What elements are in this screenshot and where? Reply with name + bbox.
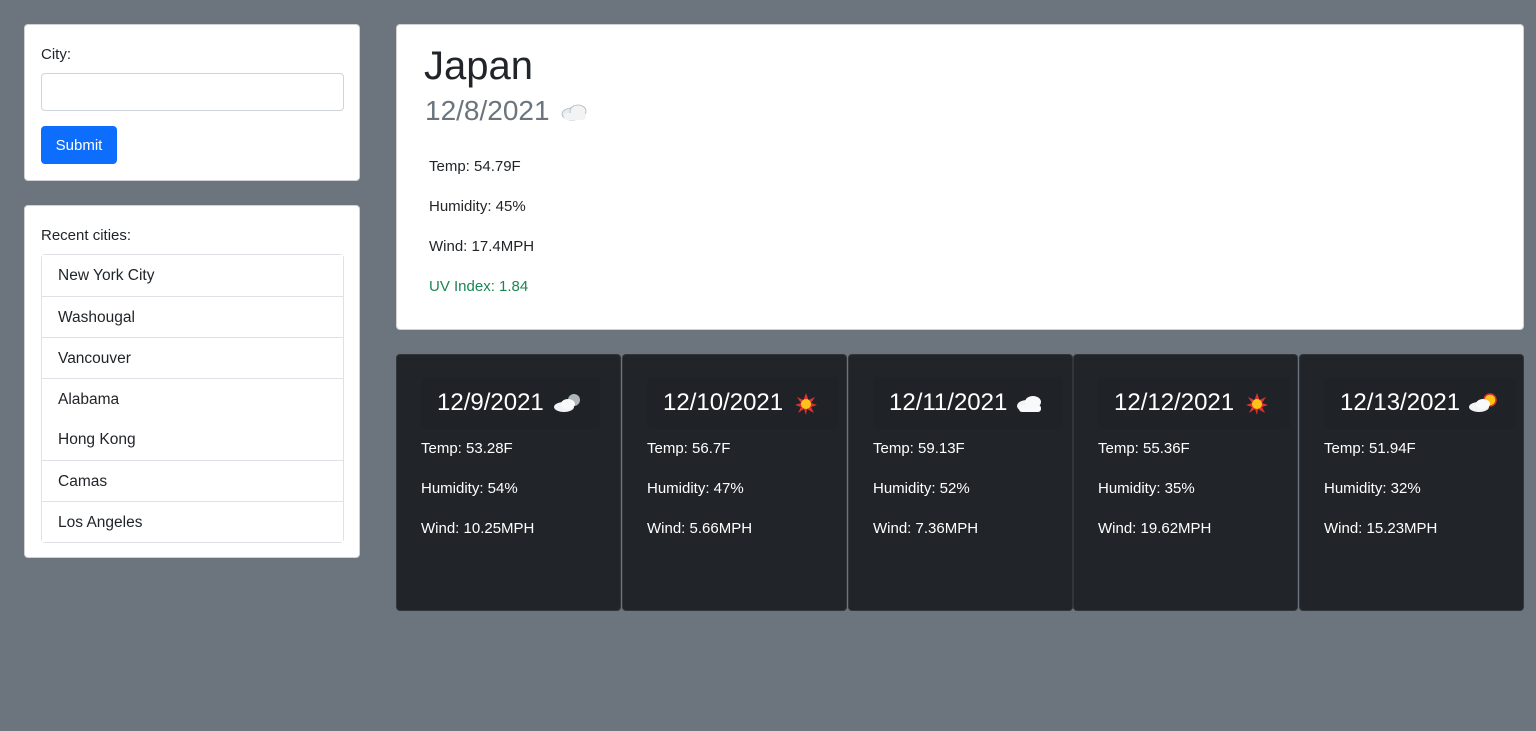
cloud-icon	[1017, 396, 1042, 412]
submit-button[interactable]: Submit	[41, 126, 117, 164]
recent-city-item[interactable]: Washougal	[42, 296, 343, 337]
forecast-date: 12/12/2021	[1114, 389, 1235, 416]
cloud-icon	[561, 104, 586, 121]
forecast-date: 12/13/2021	[1340, 389, 1461, 416]
current-uv-index: UV Index: 1.84	[429, 278, 529, 295]
forecast-wind: Wind: 10.25MPH	[421, 520, 535, 537]
forecast-wind: Wind: 15.23MPH	[1324, 520, 1438, 537]
forecast-temp: Temp: 55.36F	[1098, 440, 1190, 457]
forecast-date-row: 12/11/2021	[873, 377, 1063, 429]
forecast-temp: Temp: 59.13F	[873, 440, 965, 457]
current-wind: Wind: 17.4MPH	[429, 238, 535, 255]
sun-icon	[1246, 393, 1269, 415]
forecast-date-row: 12/12/2021	[1098, 377, 1290, 429]
forecast-date-row: 12/9/2021	[421, 377, 600, 429]
forecast-humidity: Humidity: 32%	[1324, 480, 1421, 497]
forecast-temp: Temp: 53.28F	[421, 440, 513, 457]
recent-cities-card: Recent cities: New York City Washougal V…	[24, 205, 360, 558]
forecast-card: 12/12/2021 Temp: 55.36F Humidity: 35% Wi…	[1073, 354, 1298, 611]
sun-icon	[795, 393, 818, 415]
forecast-date-row: 12/10/2021	[647, 377, 839, 429]
recent-city-item[interactable]: Los Angeles	[42, 501, 343, 542]
forecast-card: 12/11/2021 Temp: 59.13F Humidity: 52% Wi…	[848, 354, 1073, 611]
forecast-wind: Wind: 5.66MPH	[647, 520, 753, 537]
forecast-card: 12/13/2021 Temp: 51.94F Humidity: 32% Wi…	[1299, 354, 1524, 611]
forecast-wind: Wind: 19.62MPH	[1098, 520, 1212, 537]
forecast-card: 12/10/2021 Temp: 56.7F Humidity: 47% Win…	[622, 354, 847, 611]
current-humidity: Humidity: 45%	[429, 198, 526, 215]
recent-city-item[interactable]: Alabama	[42, 378, 343, 419]
cloud-sun-icon	[1469, 393, 1497, 412]
cloud-moon-icon	[553, 394, 580, 412]
recent-city-item[interactable]: New York City	[42, 255, 343, 296]
forecast-temp: Temp: 51.94F	[1324, 440, 1416, 457]
current-temp: Temp: 54.79F	[429, 158, 521, 175]
current-date-row: 12/8/2021	[425, 95, 592, 127]
search-card: City: Submit	[24, 24, 360, 181]
forecast-card: 12/9/2021 Temp: 53.28F Humidity: 54% Win…	[396, 354, 621, 611]
current-city-name: Japan	[424, 44, 533, 88]
city-label: City:	[41, 46, 71, 63]
recent-cities-list: New York City Washougal Vancouver Alabam…	[41, 254, 344, 543]
forecast-temp: Temp: 56.7F	[647, 440, 731, 457]
recent-city-item[interactable]: Vancouver	[42, 337, 343, 378]
current-weather-card: Japan 12/8/2021 Temp: 54.79F Humidity: 4…	[396, 24, 1524, 330]
forecast-date: 12/9/2021	[437, 389, 544, 416]
recent-city-item[interactable]: Hong Kong	[42, 419, 343, 460]
forecast-date: 12/10/2021	[663, 389, 784, 416]
forecast-wind: Wind: 7.36MPH	[873, 520, 979, 537]
current-date: 12/8/2021	[425, 95, 550, 126]
forecast-humidity: Humidity: 35%	[1098, 480, 1195, 497]
forecast-date: 12/11/2021	[889, 389, 1008, 416]
city-input[interactable]	[41, 73, 344, 111]
forecast-humidity: Humidity: 52%	[873, 480, 970, 497]
forecast-humidity: Humidity: 54%	[421, 480, 518, 497]
recent-cities-label: Recent cities:	[41, 227, 132, 244]
forecast-humidity: Humidity: 47%	[647, 480, 744, 497]
recent-city-item[interactable]: Camas	[42, 460, 343, 501]
forecast-date-row: 12/13/2021	[1324, 377, 1516, 429]
